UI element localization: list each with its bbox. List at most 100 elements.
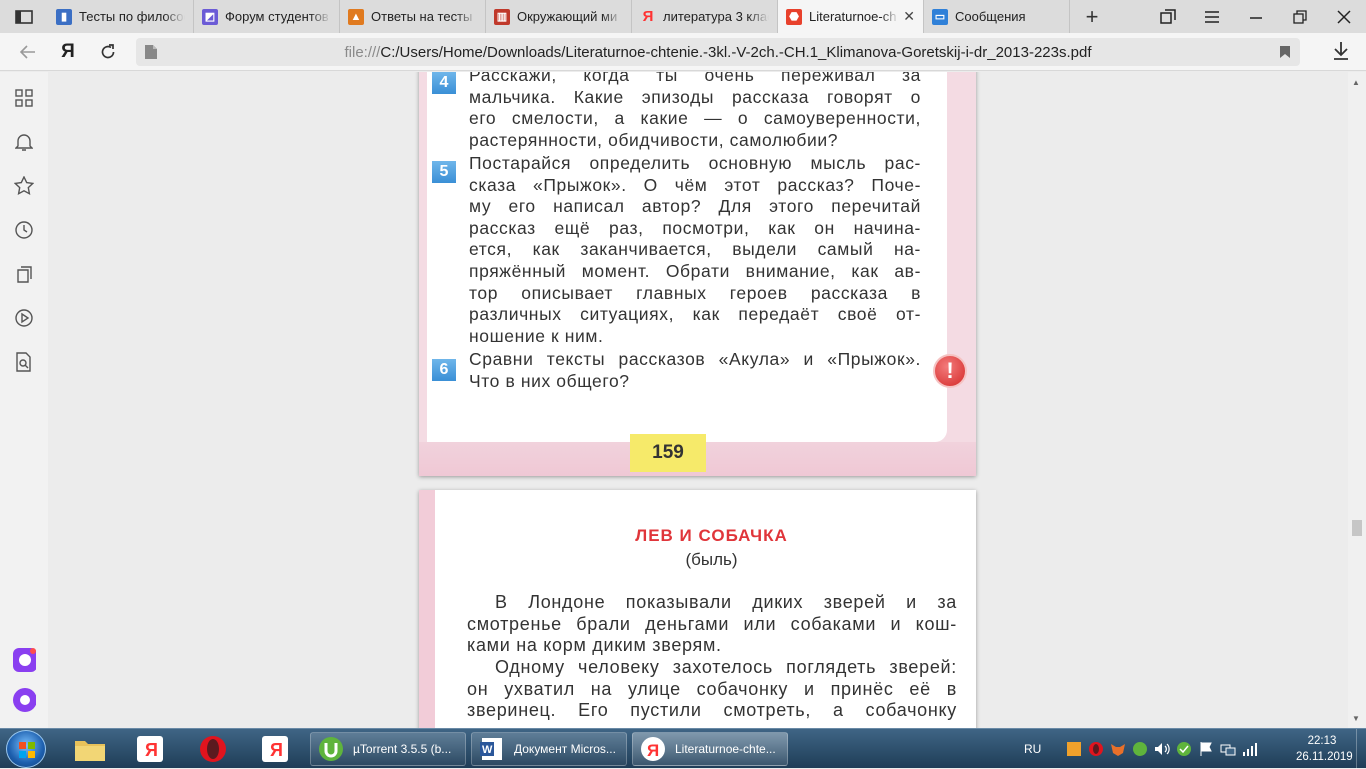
text-line: пряжённый момент. Обрати внимание, как а… (469, 260, 921, 281)
close-window-button[interactable] (1322, 0, 1366, 33)
opera-tray-icon[interactable] (1085, 738, 1107, 760)
story-paragraph-1: В Лондоне показывали диких зверей и за с… (467, 592, 957, 657)
action-center-flag-icon[interactable] (1195, 738, 1217, 760)
menu-button[interactable] (1190, 0, 1234, 33)
new-tab-button[interactable]: + (1070, 0, 1114, 33)
tab-bar: ▮ Тесты по философ ◩ Форум студентов ▲ О… (0, 0, 1366, 33)
tab-0[interactable]: ▮ Тесты по философ (48, 0, 194, 33)
tab-title: Ответы на тесты п (371, 9, 477, 24)
bell-icon[interactable] (12, 130, 36, 154)
star-icon[interactable] (12, 174, 36, 198)
start-button[interactable] (6, 730, 46, 768)
page-number: 159 (630, 434, 706, 472)
tab-1[interactable]: ◩ Форум студентов (194, 0, 340, 33)
svg-text:Я: Я (270, 740, 283, 760)
utorrent-check-tray-icon[interactable] (1173, 738, 1195, 760)
minimize-button[interactable] (1234, 0, 1278, 33)
text-line: ношение к ним. (469, 325, 604, 346)
tab-3[interactable]: ▥ Окружающий ми (486, 0, 632, 33)
chart-icon: ▥ (494, 8, 510, 25)
tab-title: Тесты по философ (79, 9, 185, 24)
back-button[interactable] (8, 33, 48, 71)
yandex-browser-icon: Я (639, 735, 667, 763)
windows-taskbar: Я Я µTorrent 3.5.5 (b... W Документ Micr… (0, 728, 1366, 769)
file-icon (136, 44, 166, 60)
reload-button[interactable] (88, 33, 128, 71)
text-line: сказа «Прыжок». О чём этот рассказ? Поче… (469, 174, 921, 195)
clock-time: 22:13 (1307, 735, 1337, 747)
text-line: он ухватил на улице собачонку и принёс е… (467, 678, 957, 699)
text-line: Постарайся определить основную мысль рас… (469, 153, 921, 173)
file-explorer-icon[interactable] (62, 732, 118, 766)
history-clock-icon[interactable] (12, 218, 36, 242)
tab-6[interactable]: ▭ Сообщения (924, 0, 1070, 33)
tab-4[interactable]: Я литература 3 клас (632, 0, 778, 33)
story-title: ЛЕВ И СОБАЧКА (635, 526, 788, 545)
download-icon (1334, 42, 1348, 60)
scrollbar-thumb[interactable] (1352, 520, 1362, 536)
question-5-text: Постарайся определить основную мысль рас… (469, 153, 921, 347)
taskbar-button-yandex-browser[interactable]: Я Literaturnoe-chte... (632, 732, 788, 766)
scroll-down-icon[interactable]: ▼ (1352, 714, 1360, 723)
sidebar-toggle-button[interactable] (0, 0, 48, 33)
url-field[interactable]: file:///C:/Users/Home/Downloads/Literatu… (136, 38, 1300, 66)
story-paragraph-2: Одному человеку захотелось поглядеть зве… (467, 657, 957, 722)
volume-icon[interactable] (1151, 738, 1173, 760)
play-circle-icon[interactable] (12, 306, 36, 330)
windows-logo-icon (19, 742, 35, 758)
app-tray-icon[interactable] (1063, 738, 1085, 760)
tab-2[interactable]: ▲ Ответы на тесты п (340, 0, 486, 33)
language-indicator[interactable]: RU (1024, 742, 1041, 756)
tab-5-active[interactable]: ⬣ Literaturnoe-ch ✕ (778, 0, 924, 33)
bookmark-button[interactable] (1270, 45, 1300, 59)
story-subtitle: (быль) (685, 550, 738, 569)
text-line: смотренье брали деньгами или собаками и … (467, 613, 957, 634)
close-tab-icon[interactable]: ✕ (903, 8, 915, 25)
text-line: В Лондоне показывали диких зверей и за (495, 592, 957, 612)
svg-text:Я: Я (145, 740, 158, 760)
utorrent-tray-icon[interactable] (1129, 738, 1151, 760)
tab-title: Сообщения (955, 9, 1026, 24)
signal-bars-icon[interactable] (1239, 738, 1261, 760)
yandex-icon[interactable]: Я (122, 732, 178, 766)
text-line: Одному человеку захотелось поглядеть зве… (495, 657, 957, 677)
yandex-icon: Я (642, 8, 654, 25)
restore-button[interactable] (1278, 0, 1322, 33)
text-line: различных ситуациях, как передаёт своё о… (469, 304, 921, 325)
taskbar-button-utorrent[interactable]: µTorrent 3.5.5 (b... (310, 732, 466, 766)
tab-title: литература 3 клас (663, 9, 769, 24)
pdf-page-160: ЛЕВ И СОБАЧКА (быль) В Лондоне показывал… (419, 490, 976, 728)
show-desktop-button[interactable] (1356, 729, 1366, 769)
taskbar-button-word[interactable]: W Документ Micros... (471, 732, 627, 766)
page-search-icon[interactable] (12, 350, 36, 374)
system-tray: RU (1024, 729, 1261, 769)
opera-icon[interactable] (185, 732, 241, 766)
back-arrow-icon (20, 44, 35, 59)
scroll-up-icon[interactable]: ▲ (1352, 78, 1360, 87)
taskbar-button-label: Документ Micros... (514, 742, 616, 756)
apps-grid-icon[interactable] (12, 86, 36, 110)
yandex-browser-pinned-icon[interactable]: Я (247, 732, 303, 766)
text-line: мальчика. Какие эпизоды рассказа говорят… (469, 86, 921, 107)
text-line: зверинец. Его пустили смотреть, а собачо… (467, 700, 957, 721)
tab-manager-button[interactable] (1146, 0, 1190, 33)
text-line: ется, как заканчивается, выдели самый на… (469, 239, 921, 260)
network-icon[interactable] (1217, 738, 1239, 760)
book-icon: ▮ (56, 8, 72, 25)
text-line: Что в них общего? (469, 370, 630, 391)
tests-icon: ▲ (348, 8, 364, 25)
pdf-viewer[interactable]: 4 Расскажи, когда ты очень переживал за … (48, 72, 1348, 728)
clock-date: 26.11.2019 (1296, 751, 1353, 763)
system-clock[interactable]: 22:13 26.11.2019 (1296, 733, 1353, 765)
fox-tray-icon[interactable] (1107, 738, 1129, 760)
collections-icon[interactable] (12, 262, 36, 286)
yandex-logo-button[interactable]: Я (48, 33, 88, 71)
assistant-app-icon[interactable] (12, 648, 36, 672)
text-line: тор описывает главных героев рассказа в (469, 282, 921, 303)
alice-icon[interactable] (12, 688, 36, 712)
text-line: му его написал автор? Для этого перечита… (469, 196, 921, 217)
messages-icon: ▭ (932, 8, 948, 25)
downloads-button[interactable] (1332, 41, 1350, 66)
vertical-scrollbar[interactable]: ▲ ▼ (1348, 72, 1366, 728)
pdf-icon: ⬣ (786, 8, 802, 25)
